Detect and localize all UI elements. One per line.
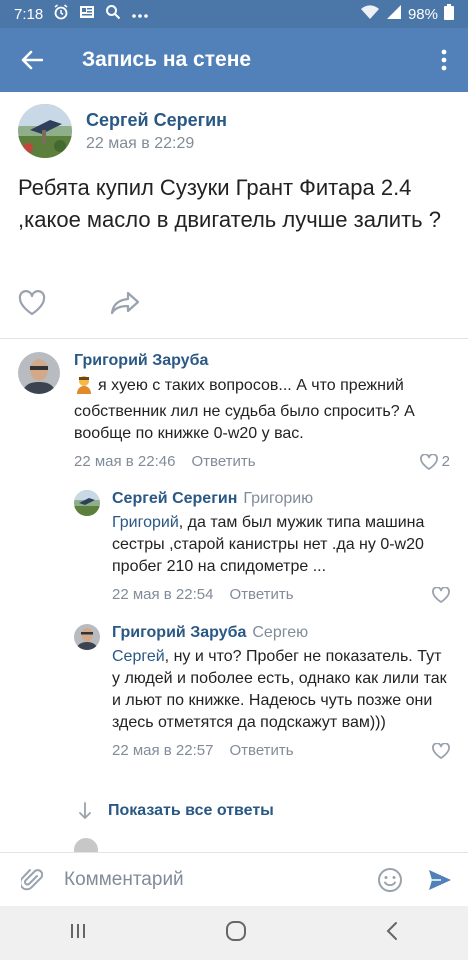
reply-button[interactable]: Ответить	[229, 586, 293, 603]
home-icon	[226, 920, 246, 941]
news-icon	[79, 4, 95, 24]
back-button[interactable]	[0, 28, 64, 92]
recent-apps-button[interactable]	[69, 922, 87, 945]
comment-author-avatar[interactable]	[74, 624, 100, 650]
comment-author-avatar[interactable]	[74, 490, 100, 516]
paperclip-icon	[21, 868, 43, 890]
emoji-button[interactable]	[368, 867, 412, 893]
heart-icon	[18, 290, 46, 316]
person-emoji-icon	[74, 374, 94, 401]
show-all-replies-button[interactable]: Показать все ответы	[78, 802, 274, 820]
comment-date: 22 мая в 22:54	[112, 586, 214, 603]
search-icon	[105, 4, 121, 24]
comment-text: Сергей, ну и что? Пробег не показатель. …	[112, 648, 447, 731]
share-button[interactable]	[110, 291, 140, 320]
reply-button[interactable]: Ответить	[191, 453, 255, 470]
more-vertical-icon	[441, 49, 447, 71]
battery-icon	[444, 4, 454, 24]
chevron-left-icon	[386, 921, 397, 940]
share-arrow-icon	[110, 291, 140, 315]
signal-icon	[386, 4, 402, 24]
divider	[0, 338, 468, 339]
comment-date: 22 мая в 22:46	[74, 453, 176, 470]
reply-button[interactable]: Ответить	[229, 742, 293, 759]
comment-author-name[interactable]: Григорий Заруба	[112, 624, 246, 641]
heart-icon	[432, 586, 450, 603]
status-bar: 7:18 98%	[0, 0, 468, 28]
mention-link[interactable]: Григорий	[112, 514, 179, 531]
page-title: Запись на стене	[82, 48, 252, 71]
post-author-name[interactable]: Сергей Серегин	[86, 109, 227, 131]
like-button[interactable]	[18, 290, 46, 321]
reply-to-label[interactable]: Григорию	[243, 490, 313, 507]
comment-item: Григорий Заруба я хуею с таких вопросов.…	[18, 352, 450, 470]
recent-apps-icon	[71, 923, 85, 938]
arrow-down-icon	[79, 802, 91, 819]
comment-reply-item: Григорий Заруба Сергею Сергей, ну и что? …	[74, 624, 450, 759]
app-bar: Запись на стене	[0, 28, 468, 92]
more-options-button[interactable]	[420, 28, 468, 92]
heart-icon	[432, 742, 450, 759]
comment-text: Григорий, да там был мужик типа машина с…	[112, 514, 425, 575]
arrow-left-icon	[21, 50, 43, 70]
comment-like-count: 2	[441, 453, 450, 470]
comment-text: я хуею с таких вопросов... А что прежний…	[74, 374, 450, 445]
next-comment-avatar	[74, 838, 98, 852]
post-header: Сергей Серегин 22 мая в 22:29	[18, 104, 227, 158]
comment-author-name[interactable]: Сергей Серегин	[112, 490, 237, 507]
comment-author-name[interactable]: Григорий Заруба	[74, 352, 208, 369]
post-author-avatar[interactable]	[18, 104, 72, 158]
more-notifications-icon	[131, 6, 149, 23]
reply-to-label[interactable]: Сергею	[252, 624, 308, 641]
back-nav-button[interactable]	[385, 921, 399, 946]
status-time: 7:18	[14, 5, 44, 23]
comment-like-button[interactable]	[432, 742, 450, 759]
send-icon	[429, 869, 451, 890]
comment-reply-item: Сергей Серегин Григорию Григорий, да там …	[74, 490, 450, 603]
send-button[interactable]	[412, 868, 468, 892]
show-all-replies-label: Показать все ответы	[108, 802, 274, 819]
comment-author-avatar[interactable]	[18, 352, 60, 394]
post-date: 22 мая в 22:29	[86, 135, 195, 152]
post-text: Ребята купил Сузуки Грант Фитара 2.4 ,ка…	[18, 175, 441, 232]
alarm-icon	[53, 4, 69, 24]
smile-icon	[378, 867, 402, 892]
battery-level: 98%	[407, 5, 438, 23]
attach-button[interactable]	[0, 867, 64, 893]
heart-icon	[419, 453, 438, 470]
comment-like-button[interactable]: 2	[419, 453, 450, 470]
home-button[interactable]	[225, 920, 247, 947]
comment-date: 22 мая в 22:57	[112, 742, 214, 759]
mention-link[interactable]: Сергей	[112, 648, 165, 665]
system-nav-bar	[0, 906, 468, 960]
comment-like-button[interactable]	[432, 586, 450, 603]
wifi-icon	[360, 4, 380, 24]
comment-input-bar: Комментарий	[0, 852, 468, 906]
comment-input[interactable]: Комментарий	[64, 869, 368, 891]
post-actions	[18, 290, 140, 321]
